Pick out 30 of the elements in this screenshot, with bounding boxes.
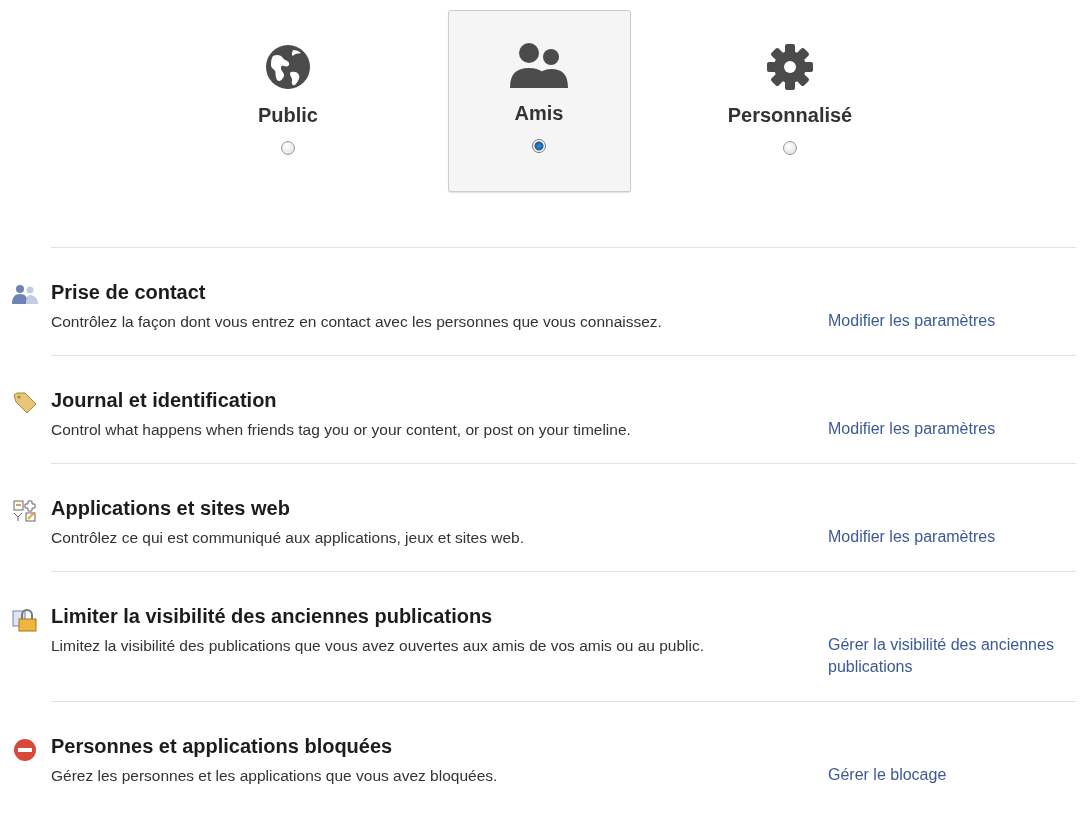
radio-button[interactable] xyxy=(532,139,546,153)
option-label: Personnalisé xyxy=(727,104,853,127)
section-title: Journal et identification xyxy=(51,389,278,412)
section-description: Control what happens when friends tag you or your content, or post on your timeline. xyxy=(51,421,632,439)
settings-link[interactable]: Modifier les paramètres xyxy=(828,418,1078,440)
apps-icon xyxy=(13,500,37,522)
section-description: Contrôlez ce qui est communiqué aux applications, jeux et sites web. xyxy=(51,529,525,547)
section-title: Limiter la visibilité des anciennes publications xyxy=(51,605,494,628)
lock-icon xyxy=(12,608,38,632)
section-description: Limitez la visibilité des publications que vous avez ouvertes aux amis de vos amis ou au public. xyxy=(51,637,706,655)
section-title: Personnes et applications bloquées xyxy=(51,735,394,758)
settings-link[interactable]: Gérer la visibilité des anciennes publications xyxy=(828,634,1078,678)
tag-icon xyxy=(13,392,37,414)
section-description: Gérez les personnes et les applications que vous avez bloquées. xyxy=(51,767,499,785)
settings-link[interactable]: Modifier les paramètres xyxy=(828,526,1078,548)
section-description: Contrôlez la façon dont vous entrez en contact avec les personnes que vous connaissez. xyxy=(51,313,663,331)
section-title: Applications et sites web xyxy=(51,497,291,520)
option-label: Amis xyxy=(514,102,564,125)
settings-link[interactable]: Modifier les paramètres xyxy=(828,310,1078,332)
radio-button[interactable] xyxy=(281,141,295,155)
option-label: Public xyxy=(258,104,318,127)
selected-option-panel[interactable]: Amis xyxy=(447,10,631,192)
people-icon xyxy=(510,42,568,88)
globe-icon xyxy=(265,44,311,90)
people-icon xyxy=(12,284,38,304)
blocked-icon xyxy=(13,738,37,762)
settings-icon xyxy=(767,44,813,90)
settings-link[interactable]: Gérer le blocage xyxy=(828,764,1078,786)
radio-button[interactable] xyxy=(783,141,797,155)
section-title: Prise de contact xyxy=(51,281,207,304)
